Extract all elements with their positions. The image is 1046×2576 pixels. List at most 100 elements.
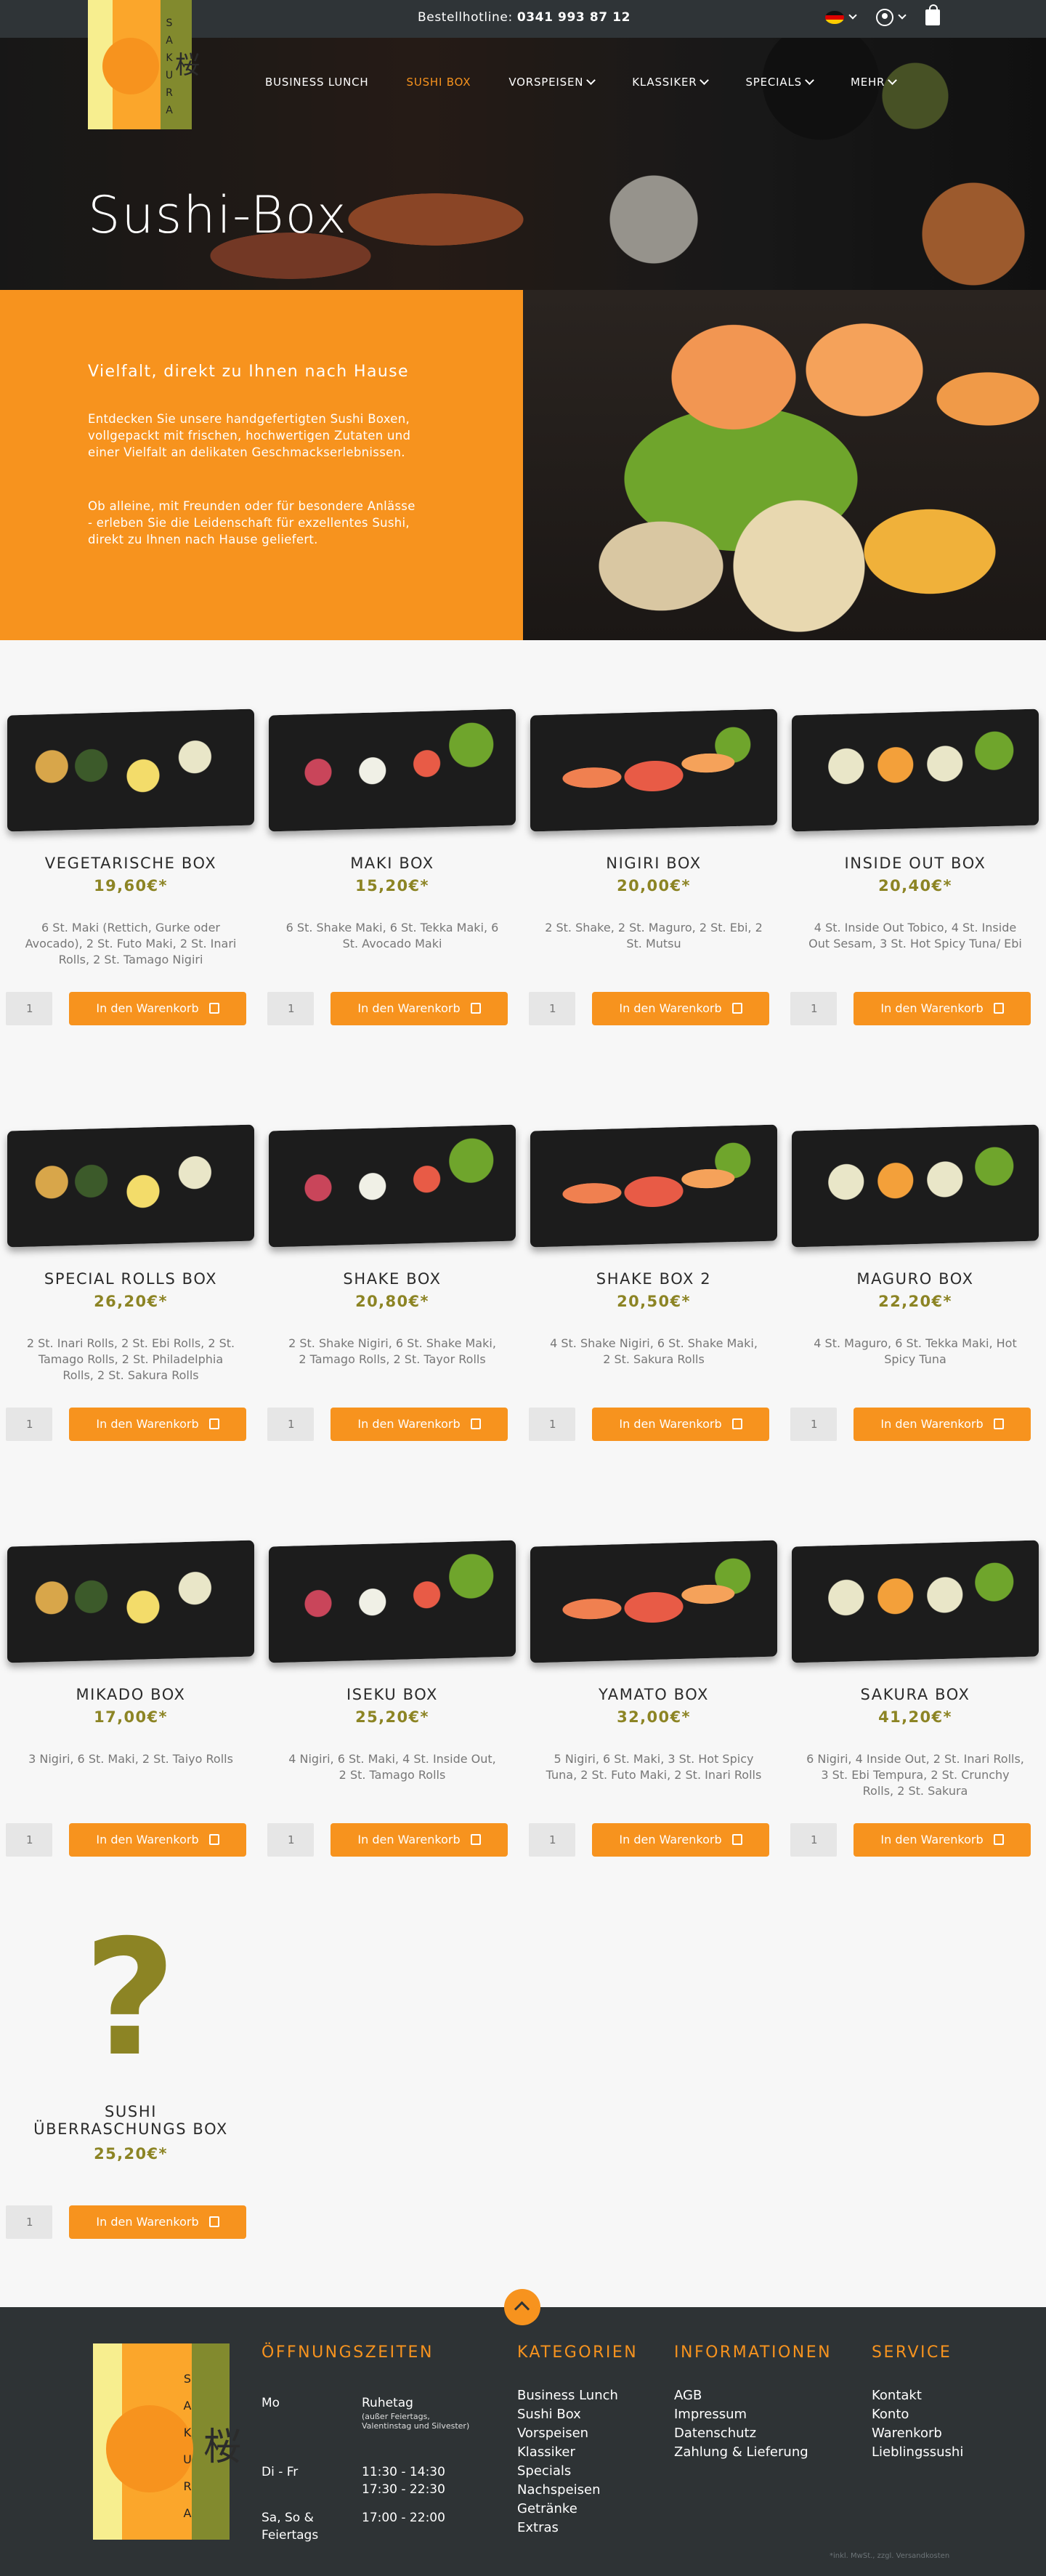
add-to-cart-button[interactable]: In den Warenkorb <box>854 992 1031 1025</box>
product-image[interactable] <box>269 1540 516 1663</box>
product-name[interactable]: SPECIAL ROLLS BOX <box>0 1270 262 1288</box>
product-image[interactable] <box>792 1540 1039 1663</box>
quantity-input[interactable]: 1 <box>529 1823 575 1857</box>
product-name[interactable]: NIGIRI BOX <box>523 855 784 872</box>
add-to-cart-button[interactable]: In den Warenkorb <box>592 1823 769 1857</box>
footer-link-lieblingssushi[interactable]: Lieblingssushi <box>872 2443 963 2462</box>
add-to-cart-button[interactable]: In den Warenkorb <box>69 2205 246 2239</box>
quantity-input[interactable]: 1 <box>6 2205 52 2239</box>
hotline-number[interactable]: 0341 993 87 12 <box>517 10 631 25</box>
footer-logo[interactable]: 桜 S A K U R A <box>93 2343 241 2540</box>
product-image[interactable] <box>530 708 777 832</box>
product-name[interactable]: MAKI BOX <box>262 855 523 872</box>
quantity-input[interactable]: 1 <box>6 1408 52 1441</box>
product-price: 19,60€* <box>94 877 168 895</box>
product-image[interactable] <box>530 1540 777 1663</box>
nav-specials[interactable]: SPECIALS <box>745 76 812 89</box>
logo-letter: K <box>166 52 173 64</box>
quantity-input[interactable]: 1 <box>267 992 314 1025</box>
footer-link-konto[interactable]: Konto <box>872 2405 963 2424</box>
footer-link-warenkorb[interactable]: Warenkorb <box>872 2424 963 2443</box>
product-image[interactable] <box>7 1540 254 1663</box>
intro-paragraph-2: Ob alleine, mit Freunden oder für besond… <box>88 499 415 546</box>
nav-business-lunch[interactable]: BUSINESS LUNCH <box>265 76 369 89</box>
add-to-cart-button[interactable]: In den Warenkorb <box>69 1823 246 1857</box>
quantity-input[interactable]: 1 <box>6 992 52 1025</box>
footer-link-sushi-box[interactable]: Sushi Box <box>517 2405 638 2424</box>
price-footnote: *inkl. MwSt., zzgl. Versandkosten <box>830 2552 950 2560</box>
product-name[interactable]: YAMATO BOX <box>523 1686 784 1703</box>
add-to-cart-label: In den Warenkorb <box>357 1833 461 1846</box>
product-name[interactable]: SHAKE BOX <box>262 1270 523 1288</box>
account-menu[interactable] <box>876 9 907 26</box>
product-image[interactable] <box>7 708 254 832</box>
product-name[interactable]: MAGURO BOX <box>784 1270 1046 1288</box>
hours-time-text: Ruhetag <box>362 2396 413 2410</box>
quantity-input[interactable]: 1 <box>790 1408 837 1441</box>
footer-link-agb[interactable]: AGB <box>674 2386 832 2405</box>
add-to-cart-button[interactable]: In den Warenkorb <box>69 992 246 1025</box>
hours-time-text: 17:30 - 22:30 <box>362 2482 445 2497</box>
product-name[interactable]: MIKADO BOX <box>0 1686 262 1703</box>
add-to-cart-button[interactable]: In den Warenkorb <box>592 992 769 1025</box>
intro-paragraph-1: Entdecken Sie unsere handgefertigten Sus… <box>88 412 411 459</box>
product-name[interactable]: SHAKE BOX 2 <box>523 1270 784 1288</box>
logo[interactable]: 桜 S A K U R A <box>88 0 200 129</box>
quantity-input[interactable]: 1 <box>790 1823 837 1857</box>
add-to-cart-button[interactable]: In den Warenkorb <box>69 1408 246 1441</box>
product-name[interactable]: VEGETARISCHE BOX <box>0 855 262 872</box>
logo-letter: A <box>166 35 173 47</box>
product-image[interactable] <box>269 1124 516 1248</box>
footer-link-extras[interactable]: Extras <box>517 2519 638 2537</box>
footer-link-zahlung-lieferung[interactable]: Zahlung & Lieferung <box>674 2443 832 2462</box>
add-to-cart-label: In den Warenkorb <box>96 1833 199 1846</box>
bag-icon[interactable] <box>925 4 940 25</box>
footer-link-business-lunch[interactable]: Business Lunch <box>517 2386 638 2405</box>
footer-link-nachspeisen[interactable]: Nachspeisen <box>517 2481 638 2500</box>
product-image[interactable] <box>792 708 1039 832</box>
quantity-input[interactable]: 1 <box>529 1408 575 1441</box>
product-image[interactable] <box>530 1124 777 1248</box>
footer-link-getraenke[interactable]: Getränke <box>517 2500 638 2519</box>
language-switcher[interactable] <box>825 10 857 25</box>
nav-vorspeisen[interactable]: VORSPEISEN <box>508 76 594 89</box>
bag-icon <box>731 1834 742 1845</box>
add-to-cart-button[interactable]: In den Warenkorb <box>331 992 508 1025</box>
scroll-to-top-button[interactable] <box>504 2289 540 2325</box>
question-mark-icon[interactable]: ? <box>84 1918 177 2078</box>
add-to-cart-button[interactable]: In den Warenkorb <box>592 1408 769 1441</box>
footer-link-specials[interactable]: Specials <box>517 2462 638 2481</box>
quantity-input[interactable]: 1 <box>267 1408 314 1441</box>
footer-link-vorspeisen[interactable]: Vorspeisen <box>517 2424 638 2443</box>
hotline[interactable]: Bestellhotline: 0341 993 87 12 <box>418 10 631 25</box>
footer-link-datenschutz[interactable]: Datenschutz <box>674 2424 832 2443</box>
add-to-cart-button[interactable]: In den Warenkorb <box>331 1823 508 1857</box>
page-title: Sushi-Box <box>88 185 348 245</box>
logo-letter: A <box>166 105 173 116</box>
logo-letter: R <box>166 87 173 99</box>
nav-mehr[interactable]: MEHR <box>851 76 896 89</box>
product-name[interactable]: INSIDE OUT BOX <box>784 855 1046 872</box>
footer-hours: ÖFFNUNGSZEITEN <box>262 2343 434 2386</box>
footer-link-klassiker[interactable]: Klassiker <box>517 2443 638 2462</box>
product-image[interactable] <box>7 1124 254 1248</box>
nav-sushi-box[interactable]: SUSHI BOX <box>407 76 471 89</box>
footer-link-impressum[interactable]: Impressum <box>674 2405 832 2424</box>
product-name[interactable]: ISEKU BOX <box>262 1686 523 1703</box>
add-to-cart-button[interactable]: In den Warenkorb <box>331 1408 508 1441</box>
nav-klassiker[interactable]: KLASSIKER <box>632 76 708 89</box>
add-to-cart-button[interactable]: In den Warenkorb <box>854 1823 1031 1857</box>
product-name[interactable]: SUSHI ÜBERRASCHUNGS BOX <box>0 2103 262 2138</box>
product-name[interactable]: SAKURA BOX <box>784 1686 1046 1703</box>
footer-link-kontakt[interactable]: Kontakt <box>872 2386 963 2405</box>
quantity-input[interactable]: 1 <box>6 1823 52 1857</box>
logo-letter: S <box>183 2372 192 2386</box>
product-image[interactable] <box>269 708 516 832</box>
quantity-input[interactable]: 1 <box>529 992 575 1025</box>
product-description: 4 St. Shake Nigiri, 6 St. Shake Maki, 2 … <box>550 1336 758 1366</box>
quantity-input[interactable]: 1 <box>790 992 837 1025</box>
quantity-input[interactable]: 1 <box>267 1823 314 1857</box>
product-image[interactable] <box>792 1124 1039 1248</box>
add-to-cart-button[interactable]: In den Warenkorb <box>854 1408 1031 1441</box>
hours-day: Mo <box>262 2396 280 2410</box>
